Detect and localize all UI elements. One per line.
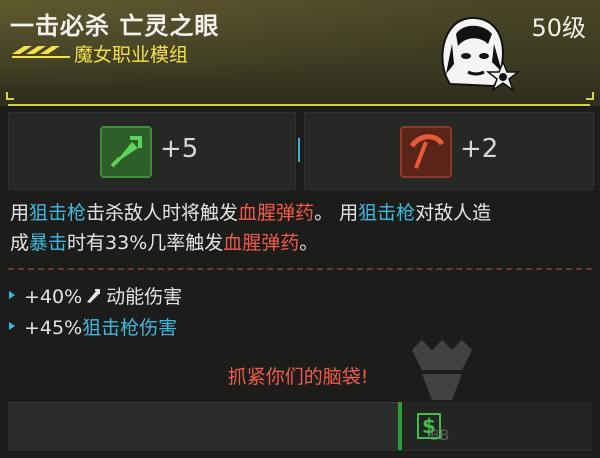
price-edge	[398, 402, 402, 450]
reflex-attribute-icon	[100, 126, 152, 178]
desc-text: 对敌人造	[415, 202, 492, 224]
cool-attribute-icon	[400, 126, 452, 178]
bonus-label: 狙击枪伤害	[82, 317, 178, 339]
header-corner-right	[586, 92, 594, 100]
mod-title: 一击必杀 亡灵之眼	[10, 12, 220, 40]
bonus-label: 动能伤害	[106, 286, 183, 308]
level-requirement: 50级	[531, 14, 586, 42]
desc-keyword-sniper: 狙击枪	[358, 202, 416, 224]
cool-bonus-value: +2	[460, 134, 499, 164]
bonus-value: +45%	[24, 317, 83, 339]
sniper-damage-bonus: +45%狙击枪伤害	[24, 313, 177, 340]
reflex-stat-panel	[8, 112, 296, 190]
header-corner-left	[6, 92, 14, 100]
desc-text: 时有33%几率触发	[67, 232, 224, 254]
desc-text: 。	[299, 232, 319, 254]
mod-class-subtitle: 魔女职业模组	[74, 44, 189, 66]
kinetic-damage-icon	[87, 289, 101, 303]
watermark-text: BB	[430, 428, 450, 444]
stat-divider	[298, 138, 300, 162]
rarity-chevrons-icon	[12, 46, 70, 58]
desc-text: 。 用	[314, 202, 359, 224]
desc-keyword-crit: 暴击	[29, 232, 68, 254]
desc-text: 击杀敌人时将触发	[86, 202, 239, 224]
flavor-quote: 抓紧你们的脑袋!	[227, 366, 369, 388]
desc-keyword-sniper: 狙击枪	[29, 202, 87, 224]
header-underline	[8, 104, 590, 106]
bonus-value: +40%	[24, 286, 83, 308]
kinetic-damage-bonus: +40% 动能伤害	[24, 282, 182, 309]
bullet-arrow-icon	[9, 322, 15, 330]
iconic-star-badge-icon	[486, 60, 520, 92]
bullet-arrow-icon	[9, 291, 15, 299]
desc-text: 成	[10, 232, 30, 254]
desc-keyword-blood-ammo: 血腥弹药	[223, 232, 300, 254]
desc-keyword-blood-ammo: 血腥弹药	[238, 202, 315, 224]
section-divider	[8, 268, 592, 270]
mod-description: 用狙击枪击杀敌人时将触发血腥弹药。 用狙击枪对敌人造 成暴击时有33%几率触发血腥…	[10, 198, 590, 258]
desc-text: 用	[10, 202, 30, 224]
reflex-bonus-value: +5	[160, 134, 199, 164]
